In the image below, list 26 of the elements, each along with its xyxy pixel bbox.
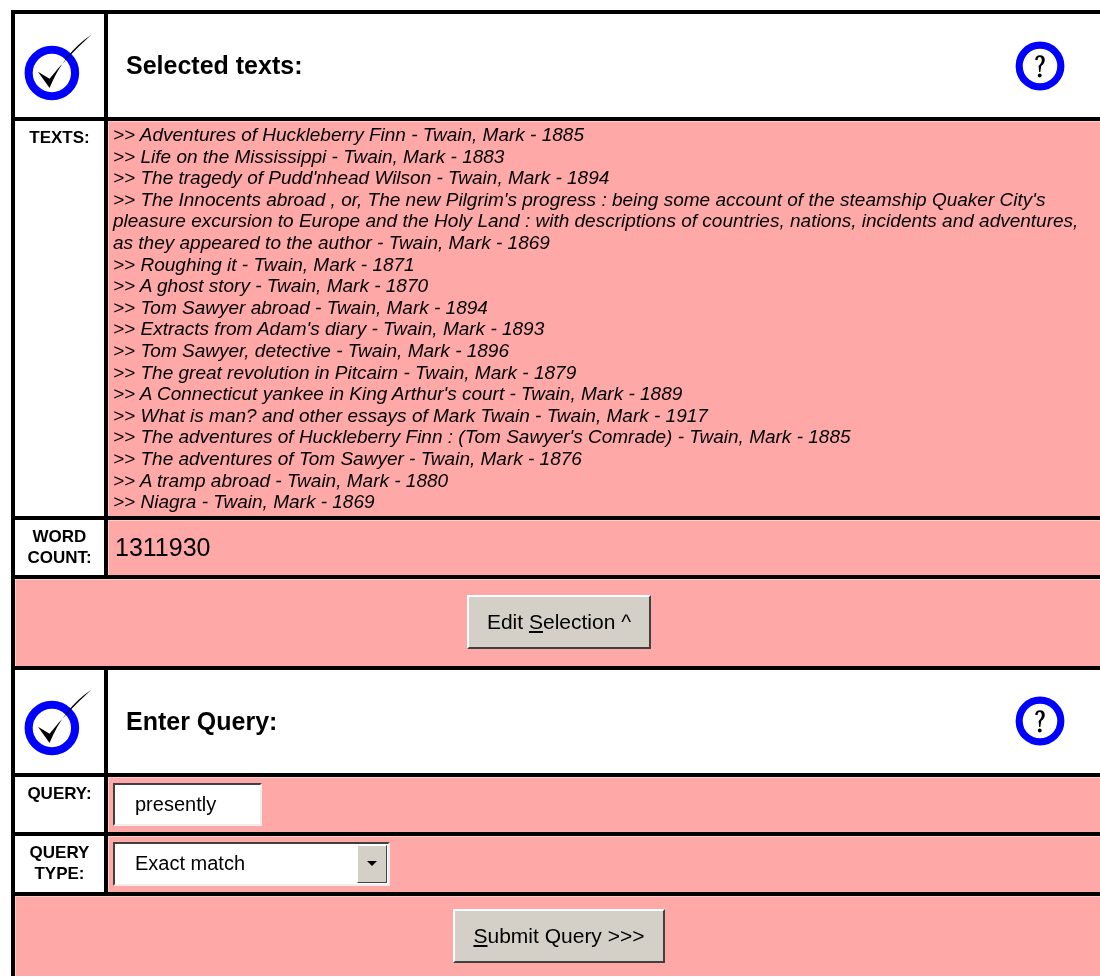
query-type-dropdown[interactable]: Exact match	[113, 841, 390, 886]
text-entry[interactable]: >> The Innocents abroad , or, The new Pilgrim's progress : being some account of the steamship Quaker City's pleasure excursion to Europe and the Holy Land : with descriptions of countries, nations, incidents and adventures, as they appeared to the author - Twain, Mark - 1869	[113, 188, 1100, 254]
text-entry[interactable]: >> The great revolution in Pitcairn - Twain, Mark - 1879	[113, 361, 1100, 384]
text-entry[interactable]: >> Life on the Mississippi - Twain, Mark - 1883	[113, 145, 1100, 168]
submit-button[interactable]: Submit Query >>>	[453, 908, 665, 963]
text-entry[interactable]: >> Niagra - Twain, Mark - 1869	[113, 491, 1100, 513]
text-entry[interactable]: >> What is man? and other essays of Mark Twain - Twain, Mark - 1917	[113, 404, 1100, 427]
word-count: 1311930	[114, 531, 212, 563]
text-entry[interactable]: >> A ghost story - Twain, Mark - 1870	[113, 275, 1100, 297]
text-entry[interactable]: >> Adventures of Huckleberry Finn - Twain, Mark - 1885	[113, 124, 1100, 146]
text-entry[interactable]: >> The tragedy of Pudd'nhead Wilson - Twain, Mark - 1894	[113, 167, 1100, 189]
text-entry[interactable]: >> Roughing it - Twain, Mark - 1871	[113, 253, 1100, 276]
query-field[interactable]: presently	[113, 782, 262, 826]
help-icon[interactable]	[1015, 40, 1065, 91]
section-title: Selected texts:	[126, 51, 303, 80]
text-entry[interactable]: >> Extracts from Adam's diary - Twain, Mark - 1893	[113, 318, 1100, 340]
section-title: Enter Query:	[126, 706, 278, 736]
help-icon[interactable]	[1015, 696, 1065, 747]
edit-selection-button[interactable]: Edit Selection ^	[466, 595, 652, 650]
text-entry[interactable]: >> A Connecticut yankee in King Arthur's court - Twain, Mark - 1889	[113, 383, 1100, 405]
text-entry[interactable]: >> Tom Sawyer, detective - Twain, Mark - 1896	[113, 339, 1100, 362]
text-entry[interactable]: >> The adventures of Huckleberry Finn : (Tom Sawyer's Comrade) - Twain, Mark - 1885	[113, 426, 1100, 448]
text-entry[interactable]: >> Tom Sawyer abroad - Twain, Mark - 1894	[113, 296, 1100, 319]
text-entry[interactable]: >> The adventures of Tom Sawyer - Twain, Mark - 1876	[113, 447, 1100, 470]
text-entry[interactable]: >> A tramp abroad - Twain, Mark - 1880	[113, 469, 1100, 492]
caret-icon	[367, 861, 377, 867]
